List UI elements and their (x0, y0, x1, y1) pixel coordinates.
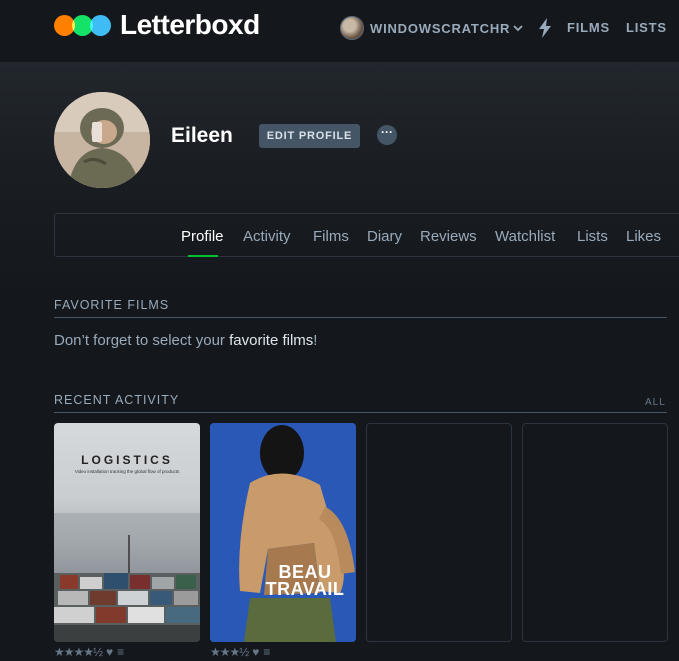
site-header: Letterboxd WINDOWSCRATCHR FILMS LISTS (0, 0, 679, 62)
profile-avatar[interactable] (54, 92, 150, 188)
active-tab-indicator (188, 255, 218, 257)
section-divider (54, 412, 667, 413)
app-logo-text[interactable]: Letterboxd (120, 9, 260, 41)
empty-poster-slot (366, 423, 512, 642)
tab-diary[interactable]: Diary (367, 228, 402, 245)
edit-profile-button[interactable]: EDIT PROFILE (259, 124, 360, 148)
tab-watchlist[interactable]: Watchlist (495, 228, 555, 245)
favorite-films-link[interactable]: favorite films (229, 332, 313, 349)
rating-row: ★★★★½ ♥ ≡ (54, 645, 124, 659)
empty-poster-slot (522, 423, 668, 642)
user-avatar[interactable] (340, 16, 364, 40)
activity-bolt-icon[interactable] (538, 18, 552, 38)
letterboxd-logo-icon[interactable] (54, 15, 112, 36)
film-poster-logistics[interactable]: LOGISTICS Video installation tracking th… (54, 423, 200, 642)
tab-profile[interactable]: Profile (181, 228, 224, 245)
tab-lists[interactable]: Lists (577, 228, 608, 245)
review-lines-icon[interactable]: ≡ (263, 645, 270, 659)
review-lines-icon[interactable]: ≡ (117, 645, 124, 659)
star-rating: ★★★½ (210, 645, 249, 659)
favorite-films-prompt: Don’t forget to select your favorite fil… (54, 332, 317, 349)
username-label[interactable]: WINDOWSCRATCHR (370, 21, 510, 36)
poster-title: BEAU TRAVAIL (265, 562, 345, 599)
all-activity-link[interactable]: ALL (645, 397, 666, 408)
more-options-button[interactable]: ··· (377, 125, 397, 145)
heart-icon: ♥ (106, 645, 114, 659)
prompt-text: Don’t forget to select your (54, 332, 230, 349)
film-poster-beau-travail[interactable]: BEAU TRAVAIL (210, 423, 356, 642)
tab-reviews[interactable]: Reviews (420, 228, 477, 245)
recent-activity-heading: RECENT ACTIVITY (54, 393, 180, 407)
tab-likes[interactable]: Likes (626, 228, 661, 245)
star-rating: ★★★★½ (54, 645, 103, 659)
profile-name: Eileen (171, 124, 233, 147)
tab-films[interactable]: Films (313, 228, 349, 245)
user-menu[interactable]: WINDOWSCRATCHR (340, 16, 523, 40)
rating-row: ★★★½ ♥ ≡ (210, 645, 270, 659)
nav-films-link[interactable]: FILMS (567, 20, 610, 35)
prompt-text-end: ! (313, 332, 318, 349)
chevron-down-icon (513, 25, 523, 32)
favorite-films-heading: FAVORITE FILMS (54, 298, 170, 312)
tab-activity[interactable]: Activity (243, 228, 291, 245)
section-divider (54, 317, 667, 318)
nav-lists-link[interactable]: LISTS (626, 20, 667, 35)
heart-icon: ♥ (252, 645, 260, 659)
